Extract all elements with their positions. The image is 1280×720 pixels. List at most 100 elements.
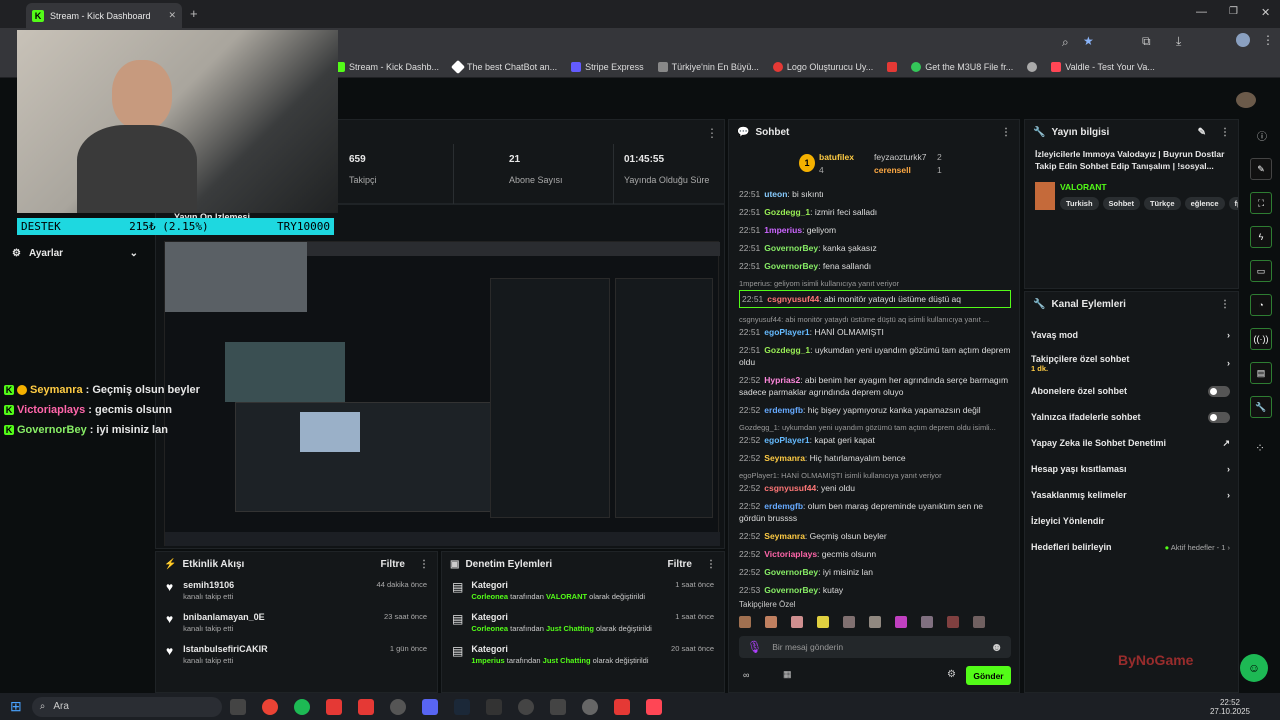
epic-icon[interactable] <box>485 698 502 715</box>
emote-icon[interactable] <box>739 616 751 628</box>
bookmark-item[interactable]: The best ChatBot an... <box>450 59 557 74</box>
chat-input[interactable]: 🎙 Bir mesaj gönderin ☻ <box>739 636 1011 658</box>
app-icon[interactable] <box>517 698 534 715</box>
raid-setting[interactable]: İzleyici Yönlendir <box>1031 508 1230 534</box>
chat-message[interactable]: 22:52 GovernorBey: iyi misiniz lan <box>739 566 1011 578</box>
obs-icon[interactable] <box>389 698 406 715</box>
chat-message[interactable]: 22:53 GovernorBey: kutay <box>739 584 1011 596</box>
chat-message[interactable]: 22:52 Victoriaplays: gecmis olsunn <box>739 548 1011 560</box>
bookmark-item[interactable]: Türkiye'nin En Büyü... <box>657 61 759 72</box>
bookmark-item[interactable]: Stripe Express <box>571 61 644 72</box>
broadcast-icon[interactable]: ((·)) <box>1250 328 1272 350</box>
emote-icon[interactable] <box>765 616 777 628</box>
maximize-icon[interactable]: ❐ <box>1229 6 1238 17</box>
chat-message[interactable]: 22:52 Hyprias2: abi benim her ayagım her … <box>739 374 1011 398</box>
extensions-icon[interactable]: ⧉ <box>1142 34 1151 49</box>
bookmark-item[interactable]: Valdle - Test Your Va... <box>1051 61 1155 72</box>
tag[interactable]: Sohbet <box>1102 197 1140 210</box>
message-user[interactable]: Hyprias2 <box>764 375 800 385</box>
infinity-icon[interactable]: ∞ <box>743 670 749 680</box>
windows-start-icon[interactable]: ⊞ <box>10 698 22 715</box>
taskbar-clock[interactable]: 22:52 27.10.2025 <box>1210 698 1250 716</box>
chat-message[interactable]: 22:52 Seymanra: Hiç hatırlamayalım bence <box>739 452 1011 464</box>
filter-button[interactable]: Filtre <box>668 559 692 570</box>
flash-icon[interactable]: ϟ <box>1250 226 1272 248</box>
message-user[interactable]: Gozdegg_1 <box>764 345 810 355</box>
emotes-only-setting[interactable]: Yalnızca ifadelerle sohbet <box>1031 404 1230 430</box>
edit-rail-icon[interactable]: ✎ <box>1250 158 1272 180</box>
chat-rail-icon[interactable]: ◔ <box>1250 294 1272 316</box>
steam-icon[interactable] <box>453 698 470 715</box>
emoji-icon[interactable]: ☻ <box>990 640 1003 654</box>
message-user[interactable]: GovernorBey <box>764 243 818 253</box>
chrome-icon[interactable] <box>261 698 278 715</box>
message-user[interactable]: Seymanra <box>764 453 805 463</box>
kebab-icon[interactable]: ⋮ <box>706 559 716 570</box>
task-view-icon[interactable] <box>229 698 246 715</box>
tag[interactable]: Turkish <box>1060 197 1099 210</box>
message-user[interactable]: egoPlayer1 <box>764 327 809 337</box>
emote-icon[interactable] <box>791 616 803 628</box>
message-user[interactable]: Gozdegg_1 <box>764 207 810 217</box>
kebab-icon[interactable]: ⋮ <box>1220 127 1230 138</box>
more-icon[interactable]: ⁘ <box>1255 441 1265 455</box>
emote-icon[interactable] <box>973 616 985 628</box>
gear-icon[interactable]: ⚙ <box>947 669 956 680</box>
chat-message[interactable]: 22:52 Seymanra: Geçmiş olsun beyler <box>739 530 1011 542</box>
tools-icon[interactable]: 🔧 <box>1250 396 1272 418</box>
subscribers-only-setting[interactable]: Abonelere özel sohbet <box>1031 378 1230 404</box>
support-chat-icon[interactable]: ☺ <box>1240 654 1268 682</box>
slow-mode-setting[interactable]: Yavaş mod › <box>1031 322 1230 348</box>
window-close-icon[interactable]: ✕ <box>1261 6 1270 19</box>
send-button[interactable]: Gönder <box>966 666 1011 685</box>
user-avatar[interactable] <box>1236 92 1256 108</box>
close-icon[interactable]: ✕ <box>168 10 176 21</box>
followers-only-setting[interactable]: Takipçilere özel sohbet 1 dk. › <box>1031 348 1230 378</box>
info-icon[interactable]: ⓘ <box>1257 128 1267 143</box>
chat-message[interactable]: 22:51 GovernorBey: kanka şakasız <box>739 242 1011 254</box>
message-user[interactable]: Victoriaplays <box>764 549 817 559</box>
download-icon[interactable]: ⤓ <box>1176 34 1181 49</box>
gifter-name[interactable]: cerensell <box>874 165 911 175</box>
app-icon[interactable] <box>613 698 630 715</box>
emote-icon[interactable] <box>895 616 907 628</box>
browser-tab[interactable]: K Stream - Kick Dashboard ✕ <box>26 3 182 28</box>
message-user[interactable]: uteon <box>764 189 787 199</box>
category-name[interactable]: VALORANT <box>1060 182 1107 192</box>
filter-button[interactable]: Filtre <box>381 559 405 570</box>
chat-message[interactable]: 22:52 egoPlayer1: kapat geri kapat <box>739 434 1011 446</box>
message-user[interactable]: Seymanra <box>764 531 805 541</box>
star-icon[interactable]: ★ <box>1083 34 1094 48</box>
minimize-icon[interactable]: — <box>1196 6 1207 18</box>
screenshot-icon[interactable]: ⛶ <box>1250 192 1272 214</box>
mic-icon[interactable]: 🎙 <box>747 640 762 654</box>
note-icon[interactable]: ▭ <box>1250 260 1272 282</box>
app-icon[interactable] <box>581 698 598 715</box>
account-age-setting[interactable]: Hesap yaşı kısıtlaması › <box>1031 456 1230 482</box>
spotify-icon[interactable] <box>293 698 310 715</box>
gifter-name[interactable]: batufilex <box>819 152 854 162</box>
bookmark-item[interactable]: Stream - Kick Dashb... <box>335 61 439 72</box>
valorant-icon[interactable] <box>645 698 662 715</box>
chat-message[interactable]: 22:51 1mperius: geliyom <box>739 224 1011 236</box>
message-user[interactable]: erdemgfb <box>764 501 803 511</box>
emote-icon[interactable] <box>869 616 881 628</box>
taskbar-search[interactable]: ⌕ Ara <box>31 696 222 717</box>
kebab-icon[interactable]: ⋮ <box>419 559 429 570</box>
discord-icon[interactable] <box>421 698 438 715</box>
banned-words-setting[interactable]: Yasaklanmış kelimeler › <box>1031 482 1230 508</box>
app-icon[interactable] <box>357 698 374 715</box>
bookmark-item[interactable]: Logo Oluşturucu Uy... <box>772 61 873 72</box>
message-user[interactable]: egoPlayer1 <box>764 435 809 445</box>
profile-avatar[interactable] <box>1236 33 1250 47</box>
gifter-name[interactable]: feyzaozturkk7 <box>874 152 926 162</box>
kebab-icon[interactable]: ⋮ <box>1001 127 1011 138</box>
message-user[interactable]: GovernorBey <box>764 567 818 577</box>
settings-menu[interactable]: ⚙ Ayarlar ⌄ <box>0 238 150 268</box>
message-user[interactable]: 1mperius <box>764 225 802 235</box>
chat-message[interactable]: 22:52 erdemgfb: hiç bişey yapmıyoruz kank… <box>739 404 1011 416</box>
store-icon[interactable]: ▦ <box>783 669 792 680</box>
chat-message[interactable]: 22:51 Gozdegg_1: uykumdan yeni uyandım gö… <box>739 344 1011 368</box>
app-icon[interactable] <box>549 698 566 715</box>
search-icon[interactable]: ⌕ <box>1062 35 1069 50</box>
